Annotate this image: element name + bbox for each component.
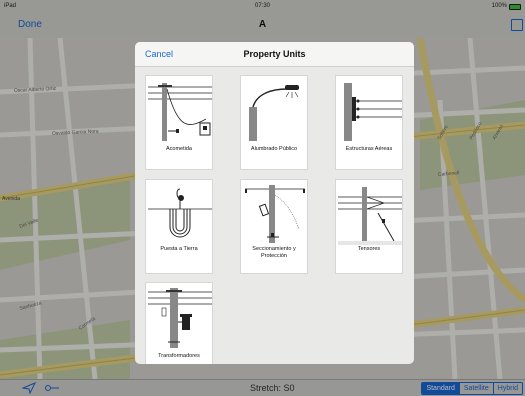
service-drop-icon	[148, 83, 212, 141]
guy-wire-icon	[338, 187, 402, 245]
property-unit-card-seccionamiento-y-proteccion[interactable]: Seccionamiento y Protección	[240, 179, 308, 274]
card-label: Tensores	[357, 246, 381, 252]
switch-protection-icon	[245, 185, 305, 243]
street-light-icon	[249, 85, 299, 141]
transformer-icon	[148, 288, 212, 348]
modal-title: Property Units	[243, 49, 306, 59]
card-label: Transformadores	[158, 353, 200, 359]
card-label: Alumbrado Público	[250, 146, 298, 152]
card-label: Seccionamiento y Protección	[252, 246, 296, 259]
card-label: Estructuras Aéreas	[345, 146, 393, 152]
property-unit-card-tensores[interactable]: Tensores	[335, 179, 403, 274]
card-label: Puesta a Tierra	[160, 246, 198, 252]
property-unit-card-estructuras-aereas[interactable]: Estructuras Aéreas	[335, 75, 403, 170]
grounding-icon	[148, 188, 212, 238]
property-unit-card-acometida[interactable]: Acometida	[145, 75, 213, 170]
property-unit-card-transformadores[interactable]: Transformadores	[145, 282, 213, 364]
property-unit-card-puesta-a-tierra[interactable]: Puesta a Tierra	[145, 179, 213, 274]
property-units-modal: Cancel Property Units Acometida Alumbrad…	[135, 42, 414, 364]
property-unit-card-alumbrado-publico[interactable]: Alumbrado Público	[240, 75, 308, 170]
aerial-structure-icon	[344, 83, 402, 141]
modal-header: Cancel Property Units	[135, 42, 414, 67]
card-label: Acometida	[166, 146, 192, 152]
